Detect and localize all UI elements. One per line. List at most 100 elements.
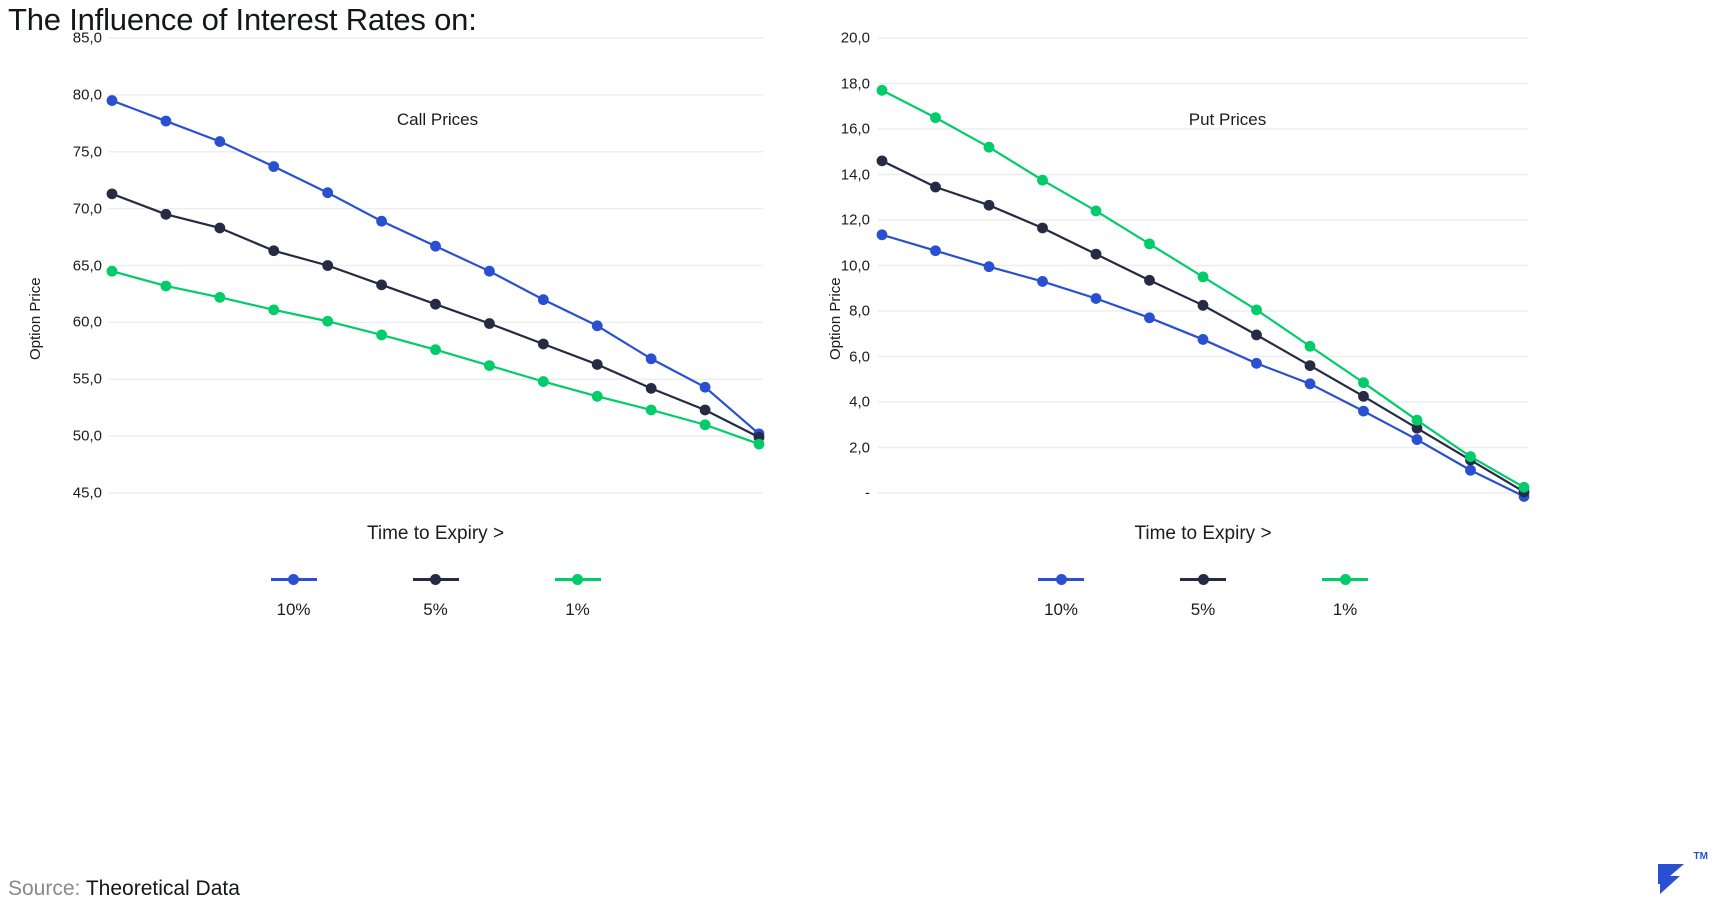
data-point[interactable]: [1037, 276, 1048, 287]
legend-marker-icon: [554, 572, 601, 586]
legend-item-10pct[interactable]: 10%: [1026, 572, 1096, 620]
data-point[interactable]: [106, 265, 118, 277]
data-point[interactable]: [699, 419, 711, 431]
x-axis-title-put: Time to Expiry >: [1134, 523, 1272, 544]
series-line: [110, 99, 761, 435]
legend-item-1pct[interactable]: 1%: [1310, 572, 1380, 620]
data-point[interactable]: [1251, 329, 1262, 341]
data-point[interactable]: [268, 245, 280, 257]
data-point[interactable]: [537, 376, 549, 387]
data-point[interactable]: [1197, 334, 1209, 345]
data-point[interactable]: [322, 260, 334, 271]
data-point[interactable]: [645, 382, 657, 394]
data-point[interactable]: [376, 329, 387, 341]
data-point[interactable]: [645, 404, 657, 416]
data-point[interactable]: [160, 208, 172, 220]
data-point[interactable]: [983, 199, 995, 211]
data-point[interactable]: [214, 222, 226, 234]
legend-dot: [572, 573, 583, 585]
legend-label: 1%: [565, 600, 590, 619]
data-point[interactable]: [1037, 174, 1048, 186]
data-point[interactable]: [160, 280, 172, 292]
data-point[interactable]: [214, 136, 226, 147]
data-point[interactable]: [1518, 481, 1530, 493]
data-point[interactable]: [376, 215, 387, 227]
data-point[interactable]: [430, 344, 441, 356]
data-point[interactable]: [1358, 377, 1369, 389]
y-tick-label: 55,0: [72, 370, 102, 388]
data-point[interactable]: [484, 360, 495, 371]
y-tick-label: 18,0: [840, 75, 870, 92]
x-axis-title-call: Time to Expiry >: [366, 523, 505, 544]
data-point[interactable]: [214, 291, 226, 303]
data-point[interactable]: [983, 141, 995, 153]
data-point[interactable]: [876, 155, 888, 167]
data-point[interactable]: [753, 438, 765, 450]
data-point[interactable]: [484, 318, 495, 329]
data-point[interactable]: [1411, 414, 1423, 426]
data-point[interactable]: [1090, 248, 1102, 260]
data-point[interactable]: [1304, 360, 1316, 371]
data-point[interactable]: [876, 84, 888, 96]
data-point[interactable]: [268, 161, 280, 172]
legend-item-5pct[interactable]: 5%: [1168, 572, 1238, 620]
y-axis-ticks-put: 20,0 18,0 16,0 14,0 12,0 10,0 8,0 6,0 4,0 2,0 -: [808, 30, 870, 502]
data-point[interactable]: [1358, 390, 1369, 402]
data-point[interactable]: [591, 320, 603, 332]
legend-label: 1%: [1332, 600, 1358, 619]
data-point[interactable]: [591, 390, 603, 402]
series-5pct: [106, 188, 765, 443]
data-point[interactable]: [1037, 222, 1048, 234]
data-point[interactable]: [430, 240, 441, 252]
data-point[interactable]: [1090, 205, 1102, 217]
data-point[interactable]: [1304, 340, 1316, 352]
data-point[interactable]: [1090, 293, 1102, 304]
legend-item-5pct[interactable]: 5%: [401, 572, 471, 620]
y-tick-label: 65,0: [72, 257, 102, 274]
data-point[interactable]: [1251, 357, 1262, 369]
data-point[interactable]: [1144, 312, 1155, 324]
data-point[interactable]: [645, 353, 657, 365]
data-point[interactable]: [1197, 299, 1209, 311]
data-point[interactable]: [591, 359, 603, 370]
data-point[interactable]: [1358, 405, 1369, 417]
y-tick-label: 45,0: [72, 484, 102, 502]
data-point[interactable]: [430, 298, 441, 310]
data-point[interactable]: [160, 115, 172, 127]
data-point[interactable]: [699, 404, 711, 416]
y-tick-label: 80,0: [72, 86, 102, 104]
data-point[interactable]: [699, 381, 711, 393]
data-point[interactable]: [1197, 271, 1209, 283]
data-point[interactable]: [930, 245, 941, 257]
data-point[interactable]: [106, 188, 118, 200]
data-point[interactable]: [1144, 274, 1155, 286]
data-point[interactable]: [930, 112, 941, 124]
y-tick-label: 75,0: [72, 143, 102, 161]
series-1pct: [106, 265, 765, 450]
source-label: Source:: [8, 877, 81, 900]
data-point[interactable]: [322, 315, 334, 327]
data-point[interactable]: [1411, 434, 1423, 445]
data-point[interactable]: [1465, 451, 1476, 462]
data-point[interactable]: [106, 95, 118, 106]
data-point[interactable]: [983, 261, 995, 273]
legend-item-10pct[interactable]: 10%: [259, 572, 329, 620]
series-10pct: [106, 95, 765, 440]
y-tick-label: 6,0: [849, 348, 870, 365]
legend-item-1pct[interactable]: 1%: [543, 572, 613, 620]
data-point[interactable]: [1251, 304, 1262, 316]
data-point[interactable]: [537, 338, 549, 350]
data-point[interactable]: [537, 294, 549, 306]
data-point[interactable]: [1304, 378, 1316, 390]
source-value: Theoretical Data: [85, 877, 240, 900]
data-point[interactable]: [1144, 238, 1155, 250]
data-point[interactable]: [1465, 464, 1476, 476]
data-point[interactable]: [876, 229, 888, 241]
data-point[interactable]: [484, 265, 495, 277]
data-point[interactable]: [268, 304, 280, 316]
legend-marker-icon: [1038, 572, 1084, 586]
data-point[interactable]: [376, 279, 387, 291]
data-point[interactable]: [322, 187, 334, 199]
series-line: [110, 192, 761, 439]
data-point[interactable]: [930, 181, 941, 193]
